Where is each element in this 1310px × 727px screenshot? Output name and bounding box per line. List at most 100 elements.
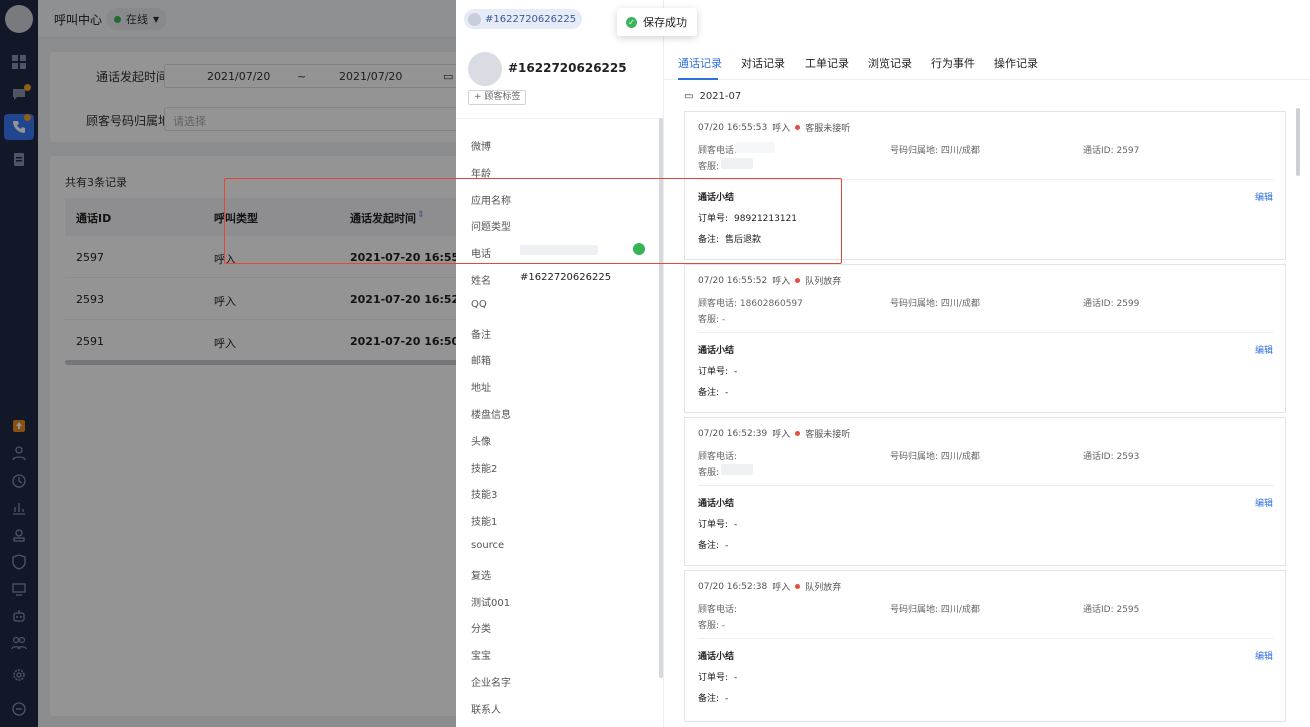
success-toast: ✓ 保存成功: [617, 8, 697, 36]
chip-avatar-icon: [468, 12, 481, 26]
tab-behavior-events[interactable]: 行为事件: [931, 55, 975, 71]
record-agent: 客服: -: [698, 315, 726, 325]
status-dot: [795, 278, 801, 283]
field-label: 楼盘信息: [471, 410, 511, 421]
record-header: 07/20 16:55:53 呼入 客服未接听: [698, 121, 851, 135]
summary-title: 通话小结: [698, 652, 735, 662]
record-agent: 客服:: [698, 162, 720, 172]
divider: [698, 638, 1274, 639]
tab-browse-records[interactable]: 浏览记录: [868, 55, 912, 71]
field-label: 姓名: [471, 276, 491, 287]
order-value: -: [734, 673, 738, 683]
call-record-card: 07/20 16:55:52 呼入 队列放弃顾客电话: 18602860597 号码归…: [684, 264, 1286, 413]
order-value: -: [734, 367, 738, 377]
records-scrollbar[interactable]: [1296, 108, 1300, 176]
field-label: 联系人: [471, 704, 501, 716]
note-label: 备注:: [698, 694, 720, 704]
field-label: 技能2: [471, 463, 498, 475]
customer-profile-panel: #1622720626225 #1622720626225 + 顾客标签 微博年…: [456, 0, 664, 727]
customer-drawer: #1622720626225 #1622720626225 + 顾客标签 微博年…: [456, 0, 1310, 727]
order-label: 订单号:: [698, 520, 729, 530]
order-field: 订单号: -: [698, 364, 737, 377]
record-call-type: 呼入: [772, 277, 791, 287]
summary-title: 通话小结: [698, 499, 735, 509]
add-tag-button[interactable]: + 顾客标签: [468, 90, 527, 105]
field-label: 分类: [471, 624, 491, 636]
record-call-id: 通话ID: 2599: [1083, 299, 1140, 309]
order-value: -: [734, 520, 738, 530]
field-label: 备注: [471, 329, 491, 341]
tab-operation-records[interactable]: 操作记录: [994, 55, 1038, 71]
record-header: 07/20 16:52:38 呼入 队列放弃: [698, 580, 841, 594]
divider: [698, 485, 1274, 486]
record-time: 07/20 16:52:39: [698, 428, 768, 439]
record-status: 客服未接听: [805, 124, 851, 134]
record-phone: 顾客电话:: [698, 146, 738, 156]
note-value: -: [725, 541, 729, 551]
order-label: 订单号:: [698, 367, 729, 377]
record-phone: 顾客电话:: [698, 605, 738, 615]
customer-name: #1622720626225: [508, 61, 627, 75]
record-time: 07/20 16:55:53: [698, 122, 768, 133]
record-call-type: 呼入: [772, 124, 791, 134]
field-label: 技能1: [471, 517, 498, 529]
record-phone: 顾客电话: 18602860597: [698, 299, 803, 309]
record-header: 07/20 16:52:39 呼入 客服未接听: [698, 427, 851, 441]
record-agent: 客服: -: [698, 621, 726, 631]
record-call-type: 呼入: [772, 430, 791, 440]
status-dot: [795, 125, 801, 130]
masked-phone: [735, 142, 775, 153]
record-time: 07/20 16:52:38: [698, 581, 768, 592]
masked-agent: [721, 158, 753, 169]
field-label: 测试001: [471, 597, 511, 609]
field-label: 邮箱: [471, 356, 491, 368]
record-status: 队列放弃: [805, 277, 842, 287]
divider: [698, 332, 1274, 333]
record-location: 号码归属地: 四川/成都: [890, 299, 980, 309]
record-location: 号码归属地: 四川/成都: [890, 452, 980, 462]
field-label: 宝宝: [471, 651, 491, 663]
chip-id-text: #1622720626225: [485, 13, 577, 25]
modal-mask[interactable]: [0, 0, 456, 727]
divider: [456, 118, 663, 119]
record-status: 客服未接听: [805, 430, 851, 440]
record-agent: 客服:: [698, 468, 720, 478]
note-label: 备注:: [698, 388, 720, 398]
tab-chat-records[interactable]: 对话记录: [741, 55, 785, 71]
record-location: 号码归属地: 四川/成都: [890, 605, 980, 615]
edit-summary-link[interactable]: 编辑: [1255, 343, 1273, 356]
history-tabs: 通话记录 对话记录 工单记录 浏览记录 行为事件 操作记录: [664, 40, 1310, 80]
month-label: 2021-07: [699, 91, 742, 102]
order-label: 订单号:: [698, 673, 729, 683]
note-value: -: [725, 694, 729, 704]
toast-message: 保存成功: [643, 16, 687, 29]
summary-title: 通话小结: [698, 346, 735, 356]
history-panel: 通话记录 对话记录 工单记录 浏览记录 行为事件 操作记录 ▭ 2021-07 …: [664, 0, 1310, 727]
calendar-icon: ▭: [684, 91, 694, 102]
customer-avatar: [468, 52, 502, 86]
field-label: 企业名字: [471, 678, 511, 689]
note-field: 备注: -: [698, 538, 728, 551]
status-dot: [795, 431, 801, 436]
edit-summary-link[interactable]: 编辑: [1255, 190, 1273, 203]
tab-ticket-records[interactable]: 工单记录: [805, 55, 849, 71]
customer-id-chip[interactable]: #1622720626225: [464, 9, 583, 29]
record-header: 07/20 16:55:52 呼入 队列放弃: [698, 274, 842, 288]
highlight-box: [224, 178, 842, 264]
field-label: 微博: [471, 142, 491, 153]
masked-agent: [721, 464, 753, 475]
edit-summary-link[interactable]: 编辑: [1255, 649, 1273, 662]
status-dot: [795, 584, 801, 589]
record-time: 07/20 16:55:52: [698, 275, 768, 286]
check-circle-icon: ✓: [626, 16, 637, 28]
record-call-id: 通话ID: 2597: [1083, 146, 1140, 156]
edit-summary-link[interactable]: 编辑: [1255, 496, 1273, 509]
note-field: 备注: -: [698, 385, 728, 398]
order-field: 订单号: -: [698, 670, 737, 683]
tab-call-records[interactable]: 通话记录: [678, 55, 722, 71]
field-label: QQ: [471, 298, 487, 310]
record-call-type: 呼入: [772, 583, 791, 593]
note-field: 备注: -: [698, 691, 728, 704]
note-value: -: [725, 388, 729, 398]
record-call-id: 通话ID: 2593: [1083, 452, 1140, 462]
